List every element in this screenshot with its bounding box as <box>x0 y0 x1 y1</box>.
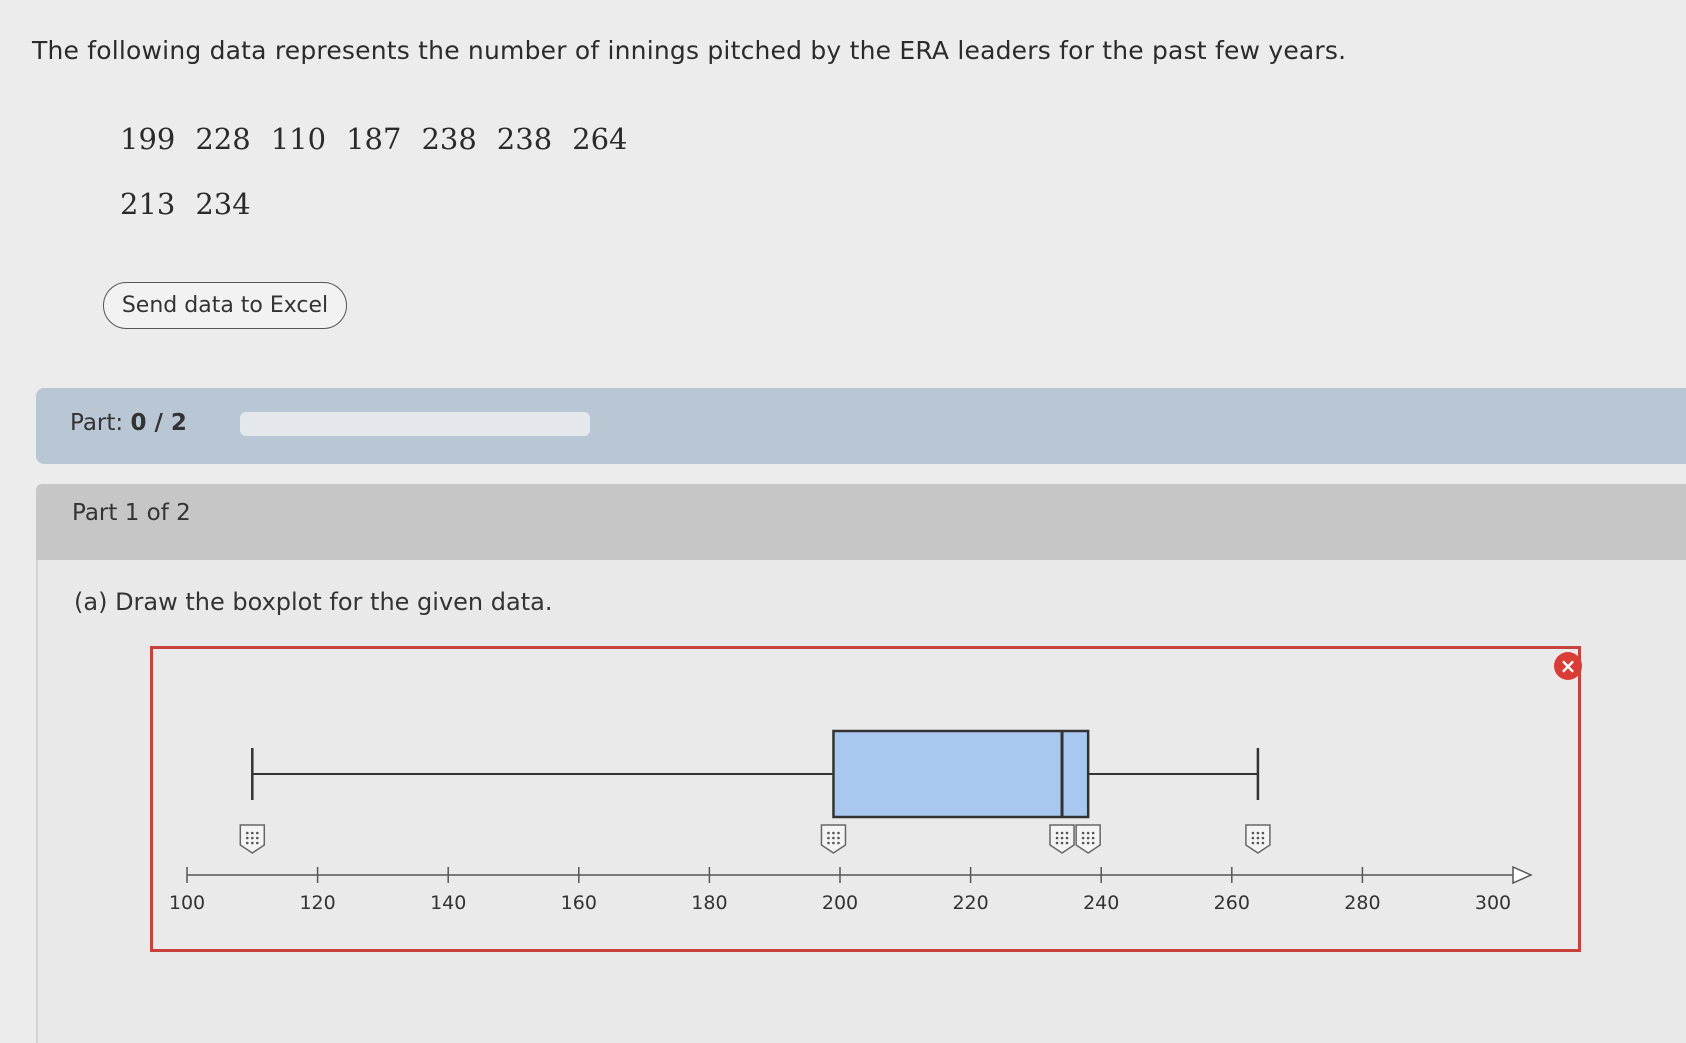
grip-dot <box>1060 831 1064 835</box>
data-value: 238 <box>421 122 477 156</box>
grip-dot <box>1256 831 1260 835</box>
part-progress-label: Part: 0 / 2 <box>70 410 187 436</box>
grip-dot <box>251 831 254 835</box>
grip-dot <box>1091 836 1095 840</box>
send-to-excel-button[interactable]: Send data to Excel <box>103 282 347 329</box>
grip-dot <box>1081 831 1085 835</box>
grip-dot <box>1055 841 1059 845</box>
grip-dot <box>251 836 254 840</box>
grip-dot <box>246 831 249 835</box>
part-header: Part 1 of 2 <box>36 484 1686 560</box>
grip-dot <box>827 841 830 845</box>
axis-tick-label: 140 <box>430 892 466 914</box>
grip-dot <box>1091 831 1095 835</box>
axis-tick-label: 280 <box>1344 892 1380 914</box>
grip-dot <box>1261 831 1265 835</box>
boxplot-canvas[interactable]: 100 120 140 160 180 200 220 240 260 280 300 <box>150 646 1581 952</box>
grip-dot <box>827 831 830 835</box>
boxplot-svg[interactable]: 100 120 140 160 180 200 220 240 260 280 300 <box>153 649 1578 949</box>
grip-dot <box>1256 836 1260 840</box>
grip-dot <box>1261 836 1265 840</box>
grip-dot <box>837 836 840 840</box>
data-value: 234 <box>195 187 251 221</box>
grip-dot <box>1256 841 1260 845</box>
axis-tick-label: 160 <box>561 892 597 914</box>
grip-dot <box>251 841 254 845</box>
axis-tick-label: 240 <box>1083 892 1119 914</box>
grip-dot <box>837 841 840 845</box>
data-value: 110 <box>270 122 327 156</box>
axis-tick-label: 300 <box>1475 892 1511 914</box>
data-value: 213 <box>120 187 176 221</box>
axis-tick-label: 200 <box>822 892 858 914</box>
axis-arrow-icon <box>1512 865 1533 885</box>
grip-dot <box>1251 841 1255 845</box>
grip-dot <box>1086 841 1090 845</box>
grip-dot <box>1060 836 1064 840</box>
grip-dot <box>832 841 835 845</box>
grip-dot <box>1055 831 1059 835</box>
grip-dot <box>832 836 835 840</box>
grip-dot <box>1065 831 1069 835</box>
intro-text: The following data represents the number… <box>32 36 1347 65</box>
grip-dot <box>1081 841 1085 845</box>
data-value: 199 <box>120 122 176 156</box>
data-value: 238 <box>496 122 553 156</box>
data-row-1: 199 228 110 187 238 238 264 <box>120 122 628 156</box>
grip-dot <box>1065 836 1069 840</box>
data-value: 187 <box>346 122 402 156</box>
grip-dot <box>246 841 249 845</box>
axis-tick-label: 220 <box>952 892 988 914</box>
grip-dot <box>1055 836 1059 840</box>
grip-dot <box>1251 831 1255 835</box>
grip-dot <box>1091 841 1095 845</box>
grip-dot <box>1086 831 1090 835</box>
progress-bar-panel: Part: 0 / 2 <box>36 388 1686 464</box>
grip-dot <box>1065 841 1069 845</box>
axis-tick-label: 120 <box>299 892 335 914</box>
grip-dot <box>1251 836 1255 840</box>
grip-dot <box>256 831 259 835</box>
question-text: (a) Draw the boxplot for the given data. <box>74 588 553 616</box>
grip-dot <box>246 836 249 840</box>
close-icon[interactable]: × <box>1554 652 1582 680</box>
part-score: 0 / 2 <box>130 410 187 436</box>
grip-dot <box>837 831 840 835</box>
part-title: Part 1 of 2 <box>72 500 191 526</box>
progress-track <box>240 412 590 436</box>
part-label: Part: <box>70 410 124 436</box>
grip-dot <box>1060 841 1064 845</box>
data-value: 264 <box>572 122 628 156</box>
axis-tick-label: 180 <box>691 892 727 914</box>
grip-dot <box>1086 836 1090 840</box>
grip-dot <box>256 841 259 845</box>
grip-dot <box>832 831 835 835</box>
grip-dot <box>1261 841 1265 845</box>
axis-tick-label: 260 <box>1214 892 1250 914</box>
grip-dot <box>827 836 830 840</box>
grip-dot <box>256 836 259 840</box>
data-row-2: 213 234 <box>120 187 251 221</box>
axis-tick-label: 100 <box>169 892 205 914</box>
grip-dot <box>1081 836 1085 840</box>
data-value: 228 <box>195 122 251 156</box>
iqr-box[interactable] <box>832 729 1090 819</box>
